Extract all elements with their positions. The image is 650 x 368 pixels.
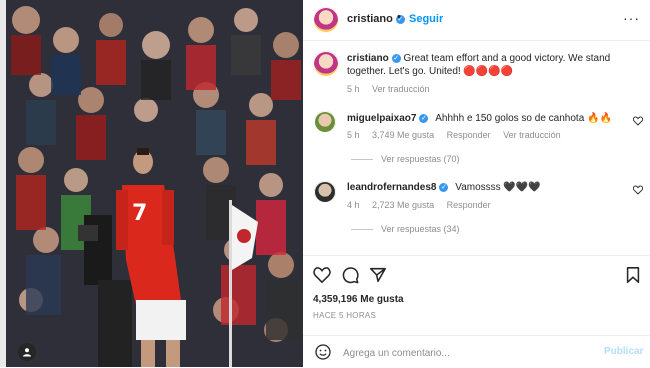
view-replies-label[interactable]: Ver respuestas (34) [381,224,460,234]
post-header: cristiano ✓ • Seguir ··· [303,0,650,41]
svg-text:7: 7 [132,201,147,226]
heart-icon[interactable] [313,266,331,284]
comment-meta: 4 h 2,723 Me gusta Responder [347,200,501,210]
more-icon[interactable]: ··· [623,10,640,26]
post-side-panel: cristiano ✓ • Seguir ··· cristiano ✓ Great… [303,0,650,367]
post-actions: 4,359,196 Me gusta HACE 5 HORAS [303,255,650,336]
verified-icon: ✓ [391,53,401,63]
comment-input[interactable] [341,344,595,362]
post-timestamp[interactable]: HACE 5 HORAS [313,311,376,320]
comment-like-icon[interactable] [633,185,643,195]
comment-meta: 5 h 3,749 Me gusta Responder Ver traducc… [347,130,571,140]
comment-likes[interactable]: 3,749 Me gusta [372,130,434,140]
author-name[interactable]: cristiano [347,13,393,25]
comment-icon[interactable] [341,266,359,284]
instagram-post-modal: 7 cristiano ✓ • Seguir ··· cristiano ✓ Gre… [0,0,650,367]
emoji-icon[interactable] [315,344,331,360]
bookmark-icon[interactable] [624,266,642,284]
view-replies-button[interactable]: Ver respuestas (34) [351,224,460,234]
comment: miguelpaixao7 ✓ Ahhhh e 150 golos so de c… [347,113,612,124]
comment-like-icon[interactable] [633,116,643,126]
comment-composer: Publicar [303,335,650,368]
comment-body: Vamossss 🖤🖤🖤 [455,182,541,193]
share-icon[interactable] [369,266,387,284]
comment-time[interactable]: 4 h [347,200,360,210]
comment-avatar[interactable] [314,181,336,203]
user-tag-icon[interactable] [18,343,36,361]
post-caption: cristiano ✓ Great team effort and a good … [347,52,647,78]
comment-time[interactable]: 5 h [347,130,360,140]
caption-translate-link[interactable]: Ver traducción [372,84,430,94]
follow-button[interactable]: Seguir [409,13,443,25]
comment-username[interactable]: leandrofernandes8 [347,182,436,193]
replies-line [351,159,373,161]
replies-line [351,229,373,231]
comment-body: Ahhhh e 150 golos so de canhota 🔥🔥 [435,113,612,124]
caption-meta: 5 h Ver traducción [347,84,440,94]
comment-reply-button[interactable]: Responder [447,130,491,140]
comment-likes[interactable]: 2,723 Me gusta [372,200,434,210]
player-figure: 7 [78,148,258,367]
author-avatar[interactable] [313,7,339,33]
caption-time[interactable]: 5 h [347,84,360,94]
view-replies-button[interactable]: Ver respuestas (70) [351,154,460,164]
comment: leandrofernandes8 ✓ Vamossss 🖤🖤🖤 [347,182,541,193]
verified-icon: ✓ [419,113,429,123]
publish-button[interactable]: Publicar [604,346,643,357]
separator-dot: • [397,11,401,23]
view-replies-label[interactable]: Ver respuestas (70) [381,154,460,164]
caption-username-text[interactable]: cristiano [347,53,389,64]
verified-icon: ✓ [439,182,449,192]
comment-username[interactable]: miguelpaixao7 [347,113,416,124]
comment-avatar[interactable] [314,111,336,133]
caption-username[interactable]: cristiano ✓ [347,53,401,64]
caption-avatar[interactable] [313,51,339,77]
comment-reply-button[interactable]: Responder [447,200,491,210]
comment-translate-link[interactable]: Ver traducción [503,130,561,140]
post-image[interactable]: 7 [6,0,303,367]
like-count[interactable]: 4,359,196 Me gusta [313,294,404,305]
